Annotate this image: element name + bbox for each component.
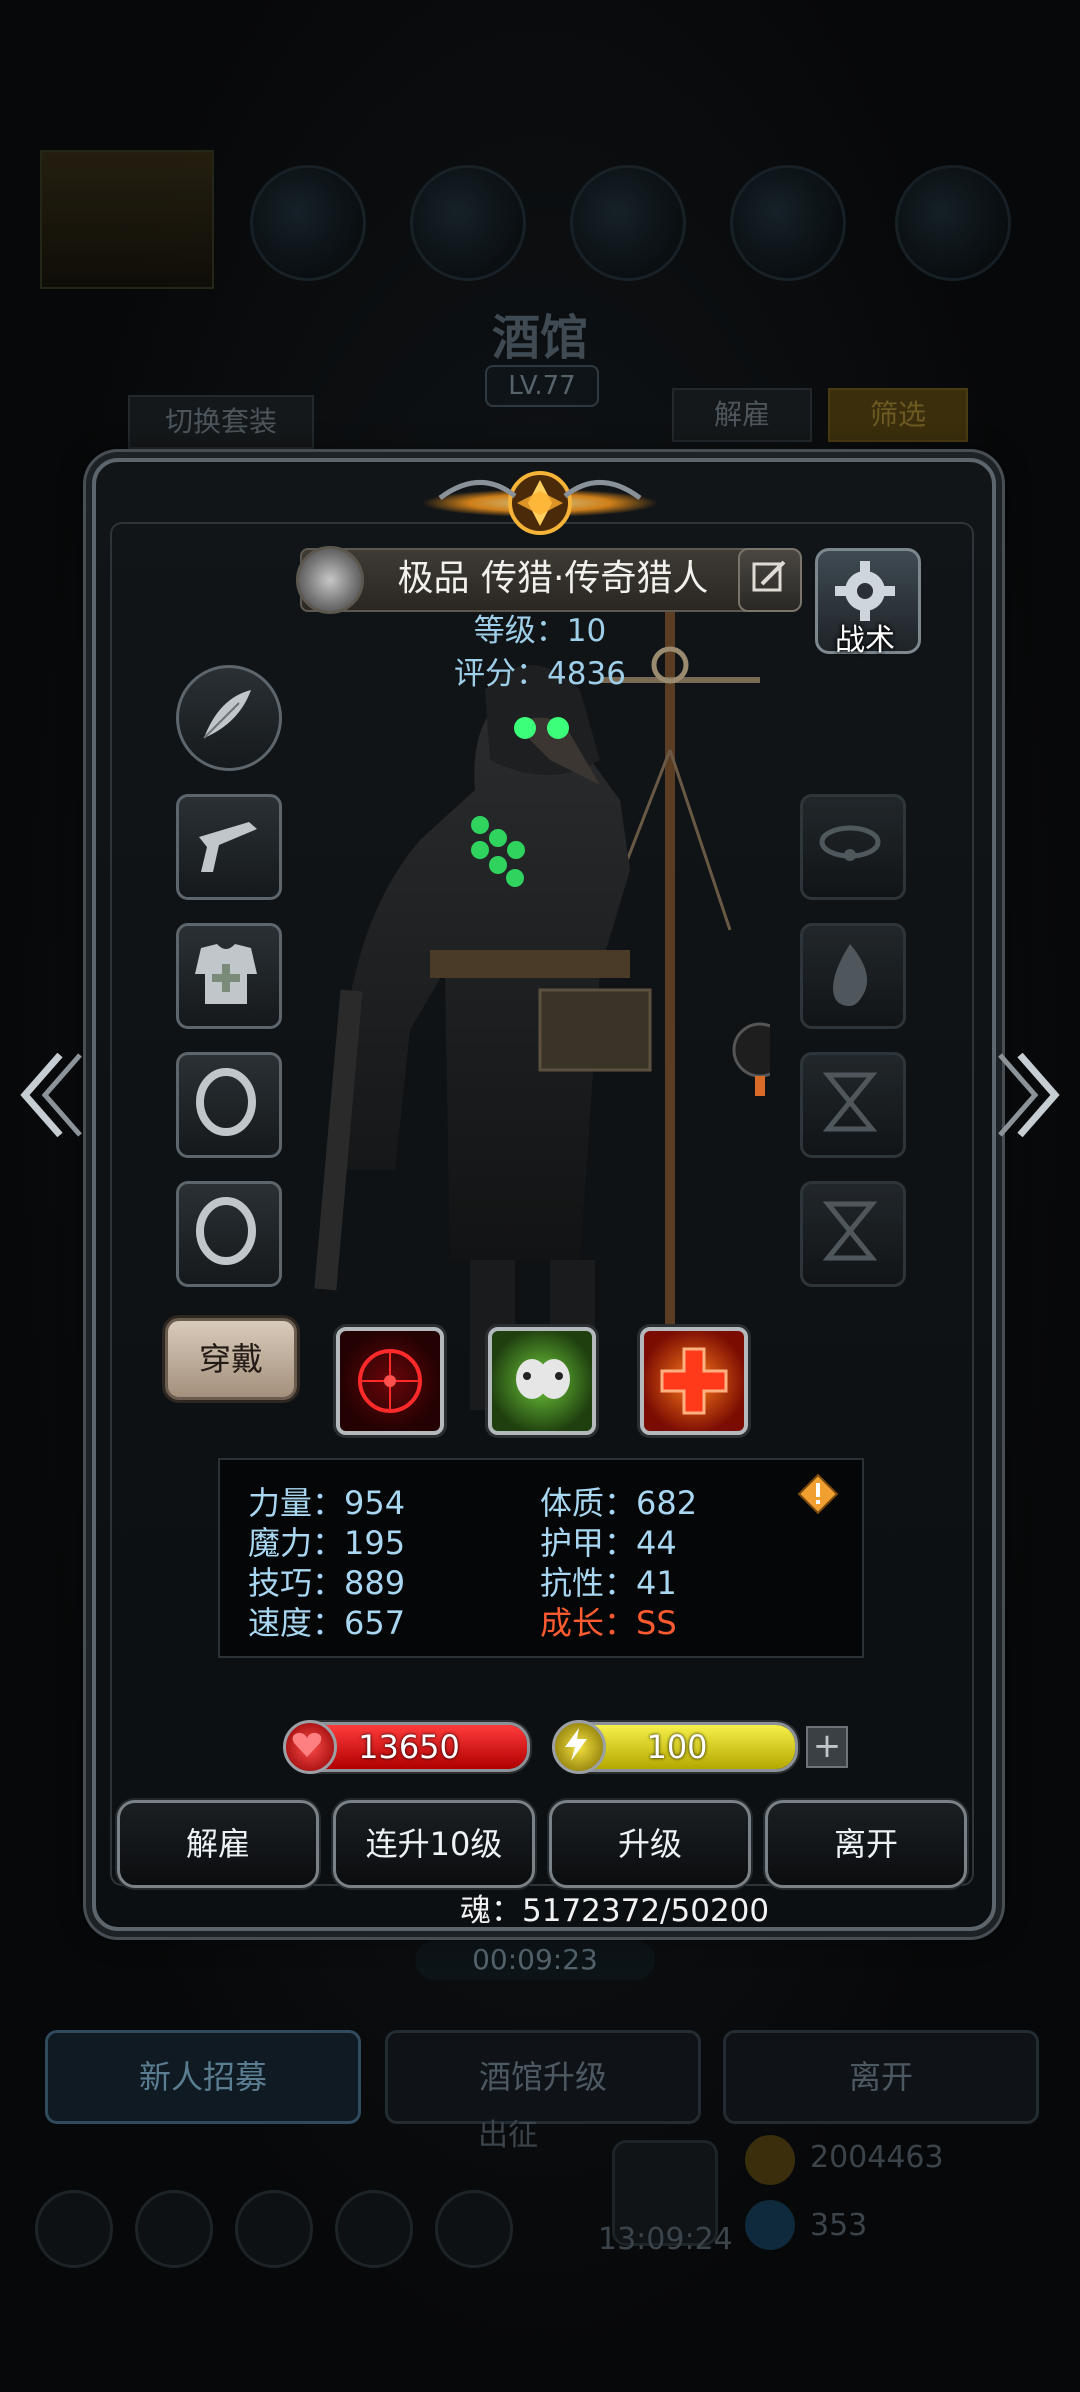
upgrade-button[interactable]: 升级 — [549, 1800, 751, 1888]
amulet-icon — [819, 825, 881, 861]
gem-amount: 353 — [810, 2208, 868, 2243]
pencil-icon — [752, 560, 786, 592]
slot-amulet[interactable] — [800, 794, 906, 900]
menu-icon — [135, 2190, 213, 2268]
tavern-title: 酒馆 — [491, 310, 588, 366]
gem-icon — [745, 2200, 795, 2250]
skull-poison-skill-icon — [516, 1359, 570, 1399]
heart-icon — [283, 1720, 337, 1774]
hourglass-icon — [822, 1072, 878, 1132]
gold-amount: 2004463 — [810, 2140, 944, 2175]
skill-heal[interactable] — [640, 1327, 748, 1435]
slot-flame[interactable] — [800, 923, 906, 1029]
menu-icon — [435, 2190, 513, 2268]
ring-icon — [196, 1197, 256, 1265]
armor-icon — [195, 944, 257, 1004]
menu-icon — [235, 2190, 313, 2268]
hourglass-icon — [822, 1201, 878, 1261]
heal-cross-skill-icon — [660, 1347, 728, 1415]
soul-counter: 魂：5172372/50200 — [460, 1893, 770, 1929]
tavern-level: LV.77 — [485, 365, 599, 407]
wear-button[interactable]: 穿戴 — [165, 1318, 297, 1400]
slot-ring-1[interactable] — [176, 1052, 282, 1158]
next-hero-arrow-icon[interactable] — [995, 1045, 1065, 1145]
crown-icon — [40, 150, 214, 289]
hero-portrait-icon — [730, 165, 846, 281]
bg-leave-button: 离开 — [723, 2030, 1039, 2124]
bolt-shape-icon — [565, 1728, 587, 1761]
hero-level: 等级：10 — [473, 613, 607, 649]
quill-icon — [203, 690, 251, 739]
gold-coin-icon — [745, 2135, 795, 2185]
slot-relic-2[interactable] — [800, 1181, 906, 1287]
menu-icon — [35, 2190, 113, 2268]
hero-portrait — [314, 610, 770, 1410]
lightning-icon — [552, 1720, 606, 1774]
slot-ring-2[interactable] — [176, 1181, 282, 1287]
hero-portrait-icon — [895, 165, 1011, 281]
warning-icon[interactable] — [797, 1473, 839, 1515]
hero-score: 评分：4836 — [454, 656, 626, 692]
crosshair-skill-icon — [358, 1349, 422, 1413]
ring-icon — [196, 1068, 256, 1136]
menu-icon — [335, 2190, 413, 2268]
sun-emblem-icon — [422, 471, 658, 535]
medal-icon[interactable] — [296, 546, 364, 614]
heart-shape-icon — [292, 1732, 322, 1757]
stat-speed: 速度：657 — [248, 1604, 406, 1642]
slot-quill[interactable] — [176, 665, 282, 771]
prev-hero-arrow-icon[interactable] — [15, 1045, 85, 1145]
hero-portrait-icon — [250, 165, 366, 281]
tavern-upgrade-button: 酒馆升级 — [385, 2030, 701, 2124]
add-energy-button[interactable]: + — [806, 1726, 848, 1768]
stat-growth: 成长：SS — [540, 1604, 677, 1642]
bg-dismiss-button: 解雇 — [672, 388, 812, 442]
flame-icon — [833, 944, 868, 1006]
switch-outfit-button: 切换套装 — [128, 395, 314, 449]
new-recruit-button: 新人招募 — [45, 2030, 361, 2124]
edit-icon[interactable] — [738, 548, 802, 612]
skill-poison[interactable] — [488, 1327, 596, 1435]
slot-weapon[interactable] — [176, 794, 282, 900]
clock-label: 13:09:24 — [598, 2222, 733, 2257]
skill-crosshair[interactable] — [336, 1327, 444, 1435]
hero-portrait-icon — [410, 165, 526, 281]
leave-button[interactable]: 离开 — [765, 1800, 967, 1888]
hero-name: 极品 传猎·传奇猎人 — [397, 558, 709, 599]
filter-button: 筛选 — [828, 388, 968, 442]
hero-portrait-icon — [570, 165, 686, 281]
tactics-label: 战术 — [835, 623, 895, 658]
recruit-timer: 00:09:23 — [415, 1940, 655, 1980]
slot-armor[interactable] — [176, 923, 282, 1029]
level-up-10-button[interactable]: 连升10级 — [333, 1800, 535, 1888]
pistol-icon — [199, 822, 257, 872]
slot-relic-1[interactable] — [800, 1052, 906, 1158]
expedition-label: 出征 — [478, 2118, 538, 2153]
dismiss-button[interactable]: 解雇 — [117, 1800, 319, 1888]
